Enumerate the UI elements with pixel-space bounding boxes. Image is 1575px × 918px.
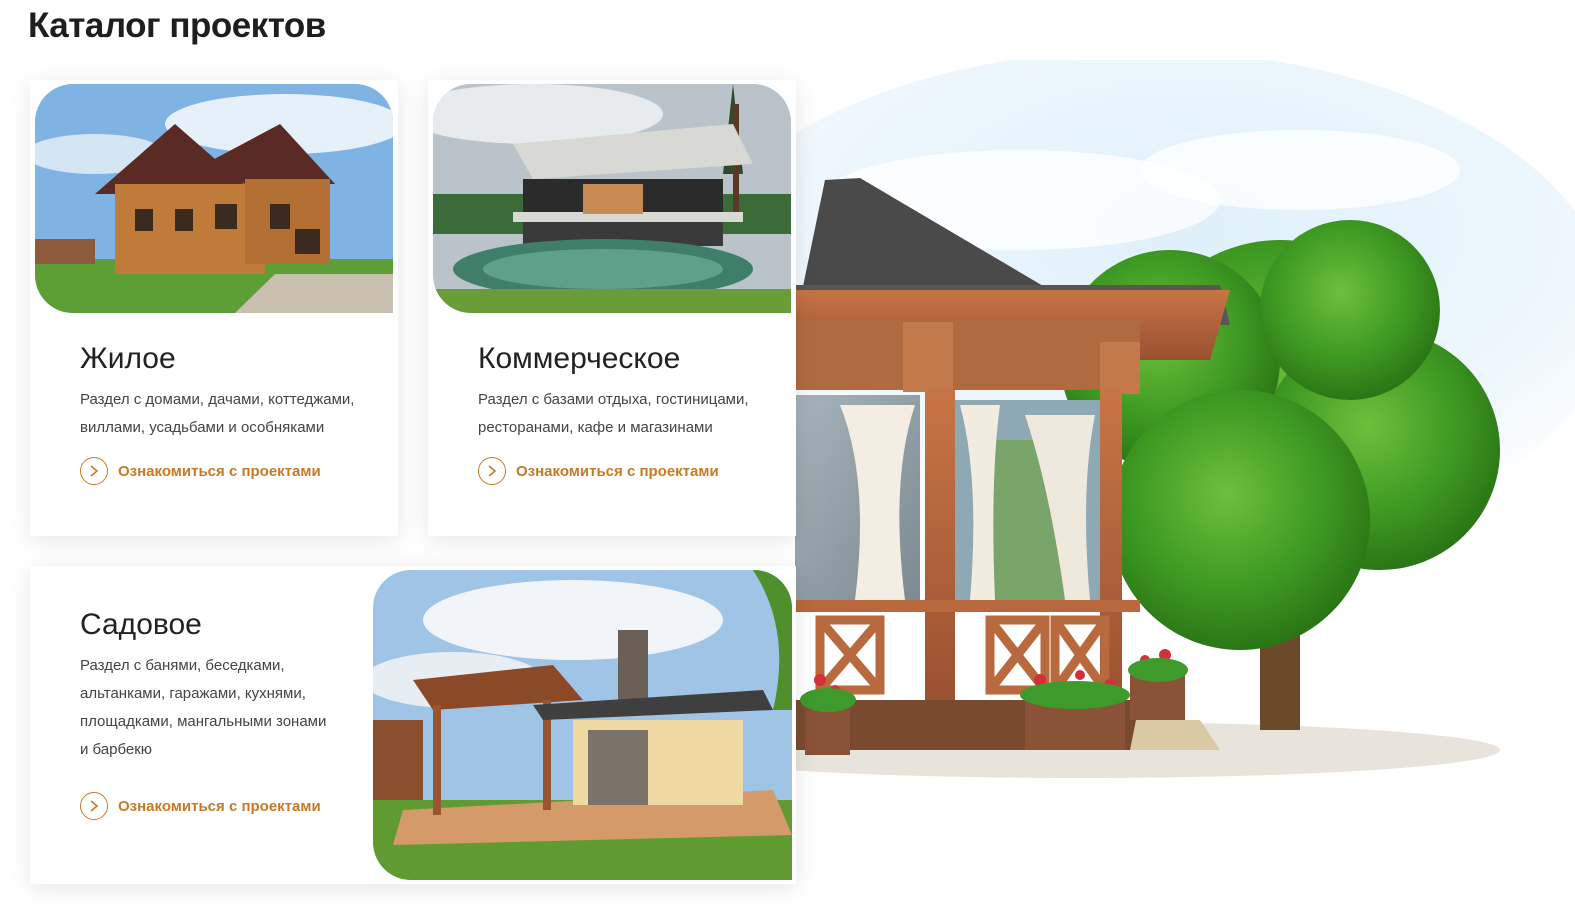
view-projects-link[interactable]: Ознакомиться с проектами <box>80 792 321 820</box>
view-projects-label: Ознакомиться с проектами <box>516 462 719 480</box>
garden-pavilion-image <box>373 570 792 880</box>
chevron-right-circle-icon <box>80 457 108 485</box>
view-projects-link[interactable]: Ознакомиться с проектами <box>80 457 321 485</box>
card-title: Садовое <box>80 608 202 641</box>
chevron-right-circle-icon <box>478 457 506 485</box>
card-commercial[interactable]: Коммерческое Раздел с базами отдыха, гос… <box>428 80 796 536</box>
card-description: Раздел с базами отдыха, гостиницами, рес… <box>478 391 749 436</box>
view-projects-link[interactable]: Ознакомиться с проектами <box>478 457 719 485</box>
card-garden[interactable]: Садовое Раздел с банями, беседками, альт… <box>30 566 796 884</box>
card-residential[interactable]: Жилое Раздел с домами, дачами, коттеджам… <box>30 80 398 536</box>
card-title: Коммерческое <box>478 342 681 375</box>
chevron-right-circle-icon <box>80 792 108 820</box>
view-projects-label: Ознакомиться с проектами <box>118 797 321 815</box>
view-projects-label: Ознакомиться с проектами <box>118 462 321 480</box>
card-title: Жилое <box>80 342 176 375</box>
card-description: Раздел с домами, дачами, коттеджами, вил… <box>80 391 355 436</box>
wooden-house-image <box>35 84 393 313</box>
modern-villa-image <box>433 84 791 313</box>
page-title: Каталог проектов <box>28 6 326 45</box>
card-description: Раздел с банями, беседками, альтанками, … <box>80 657 327 758</box>
